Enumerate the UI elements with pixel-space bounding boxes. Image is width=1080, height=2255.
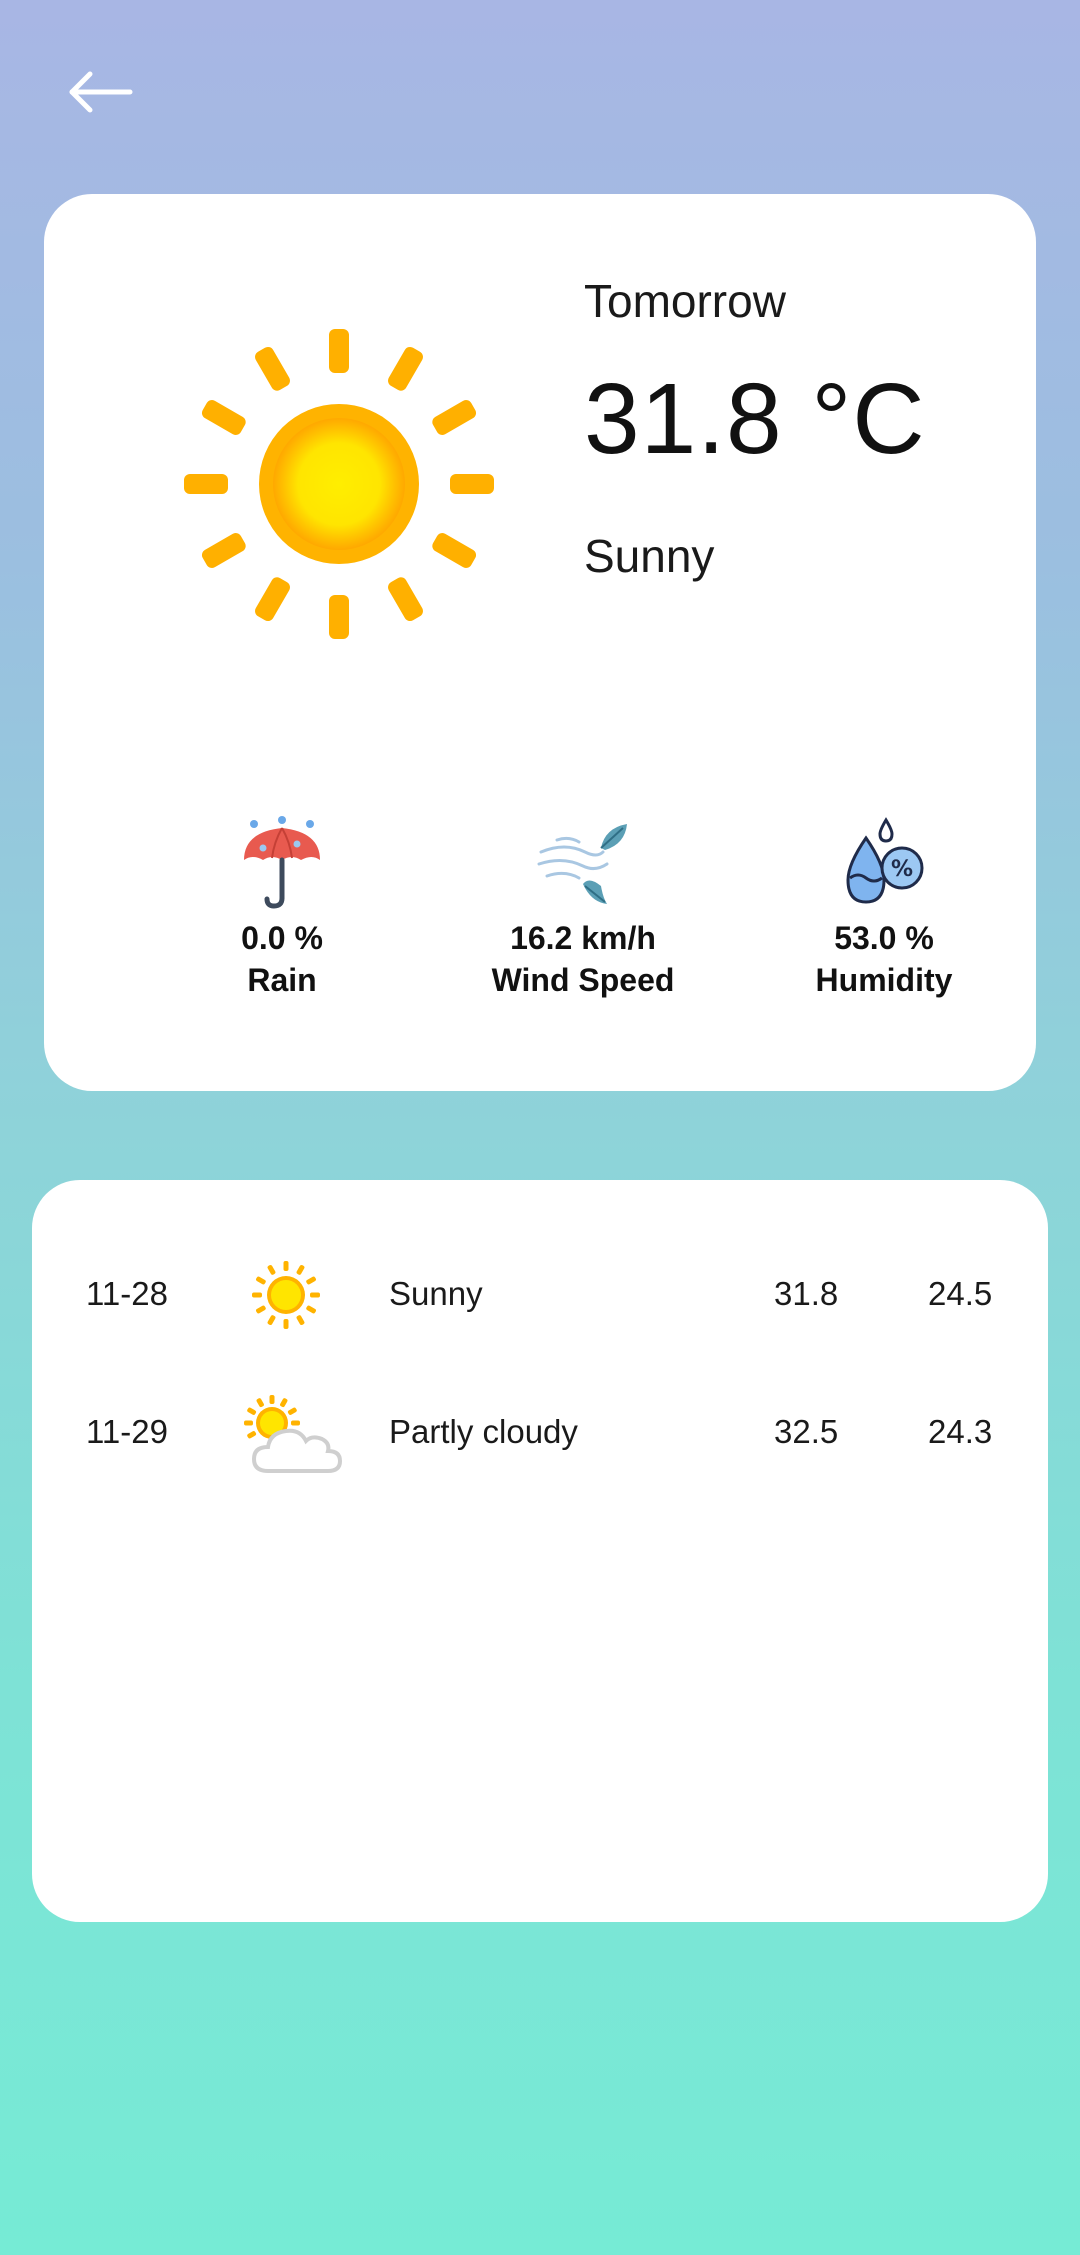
forecast-high: 31.8 — [774, 1275, 839, 1312]
forecast-date: 11-29 — [86, 1413, 168, 1450]
svg-text:%: % — [891, 857, 913, 882]
humidity-value: 53.0 % — [834, 920, 934, 956]
stat-rain: 0.0 % Rain — [132, 814, 432, 1001]
stat-humidity: % 53.0 % Humidity — [734, 814, 1034, 1001]
forecast-row[interactable]: 11-28 Sunny 31.8 24.5 — [32, 1245, 1048, 1345]
temperature-value: 31.8 °C — [584, 363, 926, 476]
forecast-high: 32.5 — [774, 1413, 839, 1450]
umbrella-icon — [244, 816, 320, 909]
back-button[interactable] — [62, 62, 142, 122]
current-weather-summary: Tomorrow 31.8 °C Sunny — [584, 274, 1024, 584]
arrow-left-icon — [69, 71, 133, 113]
wind-icon — [537, 824, 627, 904]
stat-wind-speed: 16.2 km/h Wind Speed — [433, 814, 733, 1001]
forecast-low: 24.3 — [928, 1413, 993, 1450]
forecast-condition: Sunny — [389, 1275, 483, 1312]
forecast-condition: Partly cloudy — [389, 1413, 578, 1450]
rain-label: Rain — [247, 961, 317, 998]
forecast-low: 24.5 — [928, 1275, 993, 1312]
wind-speed-value: 16.2 km/h — [510, 920, 656, 956]
humidity-label: Humidity — [815, 961, 953, 998]
sun-icon — [252, 1261, 320, 1329]
sun-icon — [184, 329, 494, 639]
forecast-row[interactable]: 11-29 Partly cloudy 32.5 24.3 — [32, 1383, 1048, 1483]
current-weather-card: Tomorrow 31.8 °C Sunny 0.0 % Rain 16.2 k… — [44, 194, 1036, 1091]
condition-label: Sunny — [584, 530, 715, 583]
day-label: Tomorrow — [584, 275, 786, 327]
partly-cloudy-icon — [244, 1395, 343, 1473]
wind-speed-label: Wind Speed — [491, 961, 675, 998]
weather-stats: 0.0 % Rain 16.2 km/h Wind Speed % 53.0 %… — [44, 814, 1036, 1014]
humidity-icon: % — [846, 817, 924, 904]
rain-value: 0.0 % — [241, 920, 323, 956]
forecast-date: 11-28 — [86, 1275, 168, 1312]
forecast-list: 11-28 Sunny 31.8 24.5 11-29 Partly cloud… — [32, 1180, 1048, 1922]
